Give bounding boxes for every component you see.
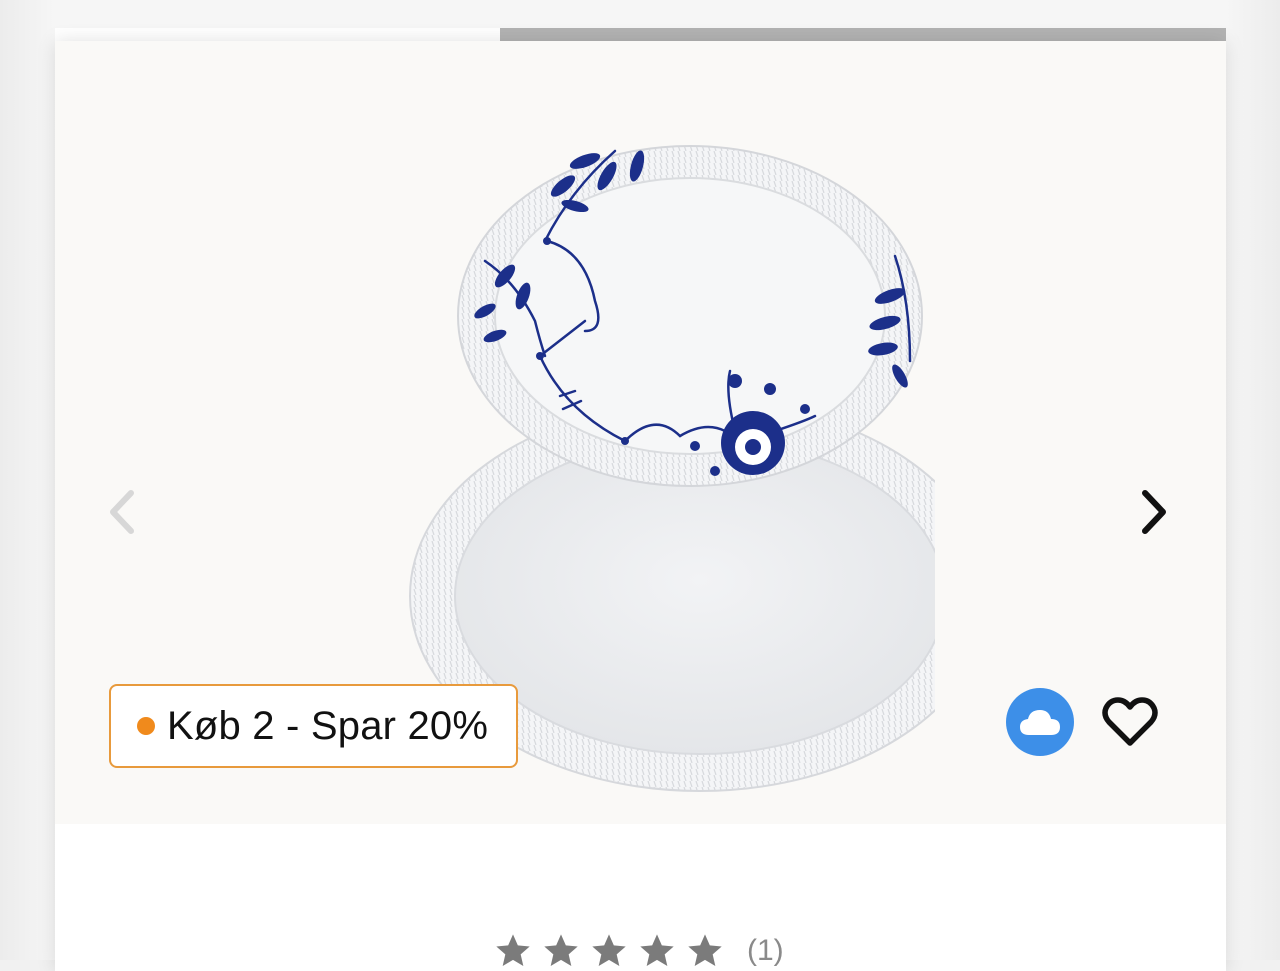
promo-dot: [137, 717, 155, 735]
promo-text: Køb 2 - Spar 20%: [167, 703, 489, 748]
gallery-prev-button[interactable]: [100, 486, 144, 538]
product-rating[interactable]: (1): [493, 931, 784, 971]
star-icon: [544, 934, 578, 966]
star-icon: [592, 934, 626, 966]
promo-badge[interactable]: Køb 2 - Spar 20%: [109, 684, 519, 768]
rating-stars: [493, 931, 725, 971]
cloud-icon: [1020, 710, 1060, 735]
star-icon: [640, 934, 674, 966]
gallery-next-button[interactable]: [1132, 486, 1176, 538]
rating-count: (1): [747, 934, 784, 967]
gallery-progress-bar: [55, 28, 1226, 41]
star-icon: [496, 934, 530, 966]
favorite-button[interactable]: [1098, 691, 1162, 753]
chevron-left-icon: [110, 490, 134, 534]
chevron-right-icon: [1142, 490, 1166, 534]
cloud-button[interactable]: [1006, 688, 1074, 756]
star-icon: [688, 934, 722, 966]
heart-outline-icon: [1102, 697, 1158, 746]
product-gallery[interactable]: Køb 2 - Spar 20%: [55, 41, 1226, 824]
product-card: Køb 2 - Spar 20% (1): [55, 41, 1226, 971]
gallery-progress-fill: [499, 28, 1226, 41]
